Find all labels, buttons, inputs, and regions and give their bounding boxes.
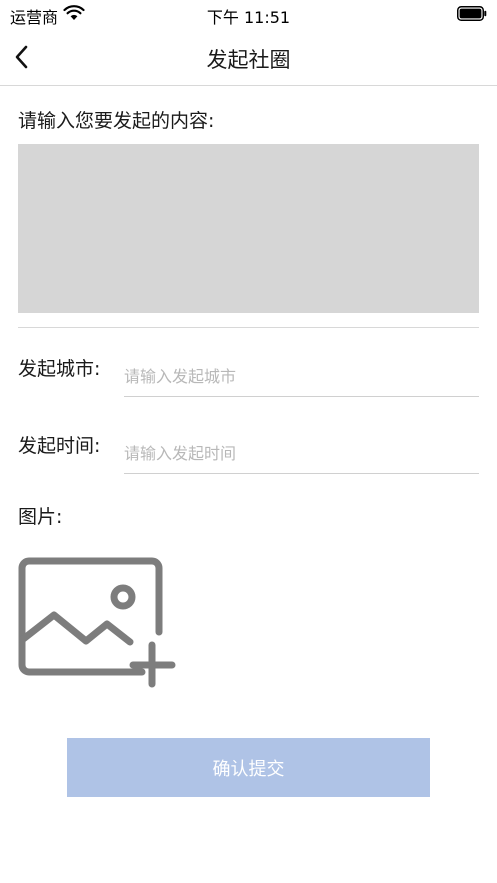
battery-icon xyxy=(457,6,487,21)
time-input[interactable] xyxy=(124,434,479,474)
status-time: 下午 11:51 xyxy=(206,8,291,27)
city-label: 发起城市: xyxy=(18,358,101,380)
status-bar: 运营商 下午 11:51 xyxy=(0,0,497,30)
divider xyxy=(18,327,479,328)
page-title: 发起社圈 xyxy=(206,48,291,72)
time-label: 发起时间: xyxy=(18,435,101,457)
content-label: 请输入您要发起的内容: xyxy=(18,110,215,132)
city-input[interactable] xyxy=(124,357,479,397)
submit-button[interactable]: 确认提交 xyxy=(67,738,430,797)
image-label: 图片: xyxy=(18,506,63,528)
nav-bar: 发起社圈 xyxy=(0,30,497,86)
content-textarea[interactable] xyxy=(18,144,479,313)
add-image-button[interactable] xyxy=(16,556,176,690)
add-image-icon xyxy=(18,557,176,688)
